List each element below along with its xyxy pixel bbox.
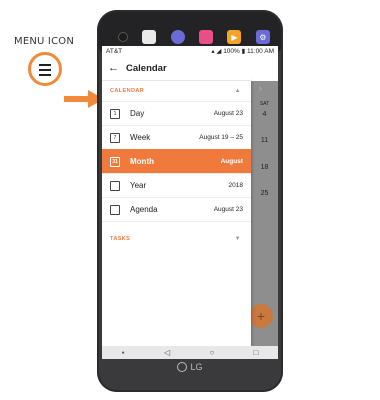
- chevron-down-icon[interactable]: ▼: [235, 236, 241, 242]
- drawer-item-year[interactable]: Year 2018: [102, 173, 251, 197]
- month-view-icon: 31: [110, 156, 120, 167]
- recents-square-icon[interactable]: □: [254, 348, 259, 357]
- calendar-day: 18: [260, 164, 269, 171]
- calendar-day: 4: [262, 111, 267, 118]
- brand-logo: LG: [160, 360, 220, 374]
- drawer-item-date: August 23: [213, 206, 243, 213]
- drawer-item-date: 2018: [228, 182, 243, 189]
- camera-icon: [118, 32, 129, 42]
- drawer-item-week[interactable]: 7 Week August 19 – 25: [102, 125, 251, 149]
- lg-logo-icon: [177, 362, 188, 372]
- status-bar: AT&T ▴ ◢ 100% ▮ 11:00 AM: [102, 46, 278, 56]
- app-title: Calendar: [126, 62, 167, 74]
- home-circle-icon[interactable]: ○: [209, 348, 214, 357]
- play-store-icon[interactable]: ▶: [227, 30, 242, 44]
- chevron-up-icon[interactable]: ▲: [235, 88, 241, 94]
- year-view-grid-icon: [110, 180, 120, 191]
- android-nav-bar: ● ◁ ○ □: [102, 346, 278, 359]
- settings-gear-icon[interactable]: ⚙: [255, 30, 270, 44]
- week-view-icon: 7: [110, 132, 120, 143]
- drawer-item-month[interactable]: 31 Month August: [102, 149, 251, 173]
- phone-screen: AT&T ▴ ◢ 100% ▮ 11:00 AM ← Calendar › SA…: [102, 46, 278, 359]
- divider: [102, 221, 251, 229]
- drawer-item-date: August: [220, 158, 243, 165]
- drawer-item-date: August 23: [213, 110, 243, 117]
- clock: 11:00 AM: [247, 48, 274, 55]
- drawer-item-date: August 19 – 25: [199, 134, 243, 141]
- battery-percent: 100%: [223, 48, 240, 55]
- drawer-item-label: Week: [130, 133, 151, 142]
- calendar-day: 25: [260, 190, 269, 197]
- navigation-drawer: CALENDAR ▲ 1 Day August 23 7 Week August…: [102, 81, 251, 351]
- menu-icon-callout-label: MENU ICON: [14, 36, 75, 47]
- calendar-day: 11: [260, 137, 269, 144]
- back-arrow-icon[interactable]: ←: [108, 62, 120, 74]
- section-label: CALENDAR: [110, 88, 145, 94]
- section-label: TASKS: [110, 236, 131, 242]
- drawer-item-label: Agenda: [130, 205, 158, 214]
- status-icons: ▴ ◢ 100% ▮ 11:00 AM: [211, 48, 274, 55]
- chevron-right-icon: ›: [259, 83, 262, 93]
- brand-name: LG: [190, 362, 203, 372]
- gallery-icon[interactable]: [199, 30, 214, 44]
- day-view-icon: 1: [110, 108, 120, 119]
- drawer-item-label: Month: [130, 157, 154, 166]
- app-icon[interactable]: [142, 30, 157, 44]
- nav-dot-icon[interactable]: ●: [122, 350, 125, 356]
- agenda-list-icon: [110, 204, 120, 215]
- weekday-header: SAT: [259, 101, 270, 107]
- calendar-section-header[interactable]: CALENDAR ▲: [102, 81, 251, 101]
- hamburger-menu-icon: [28, 52, 62, 86]
- app-icon[interactable]: [170, 30, 185, 44]
- tasks-section-header[interactable]: TASKS ▼: [102, 229, 251, 249]
- back-triangle-icon[interactable]: ◁: [164, 348, 170, 357]
- app-bar: ← Calendar: [102, 56, 251, 81]
- carrier-label: AT&T: [106, 47, 123, 55]
- add-event-fab[interactable]: +: [249, 304, 273, 328]
- drawer-item-label: Year: [130, 181, 147, 190]
- drawer-item-label: Day: [130, 109, 145, 118]
- drawer-item-agenda[interactable]: Agenda August 23: [102, 197, 251, 221]
- drawer-item-day[interactable]: 1 Day August 23: [102, 101, 251, 125]
